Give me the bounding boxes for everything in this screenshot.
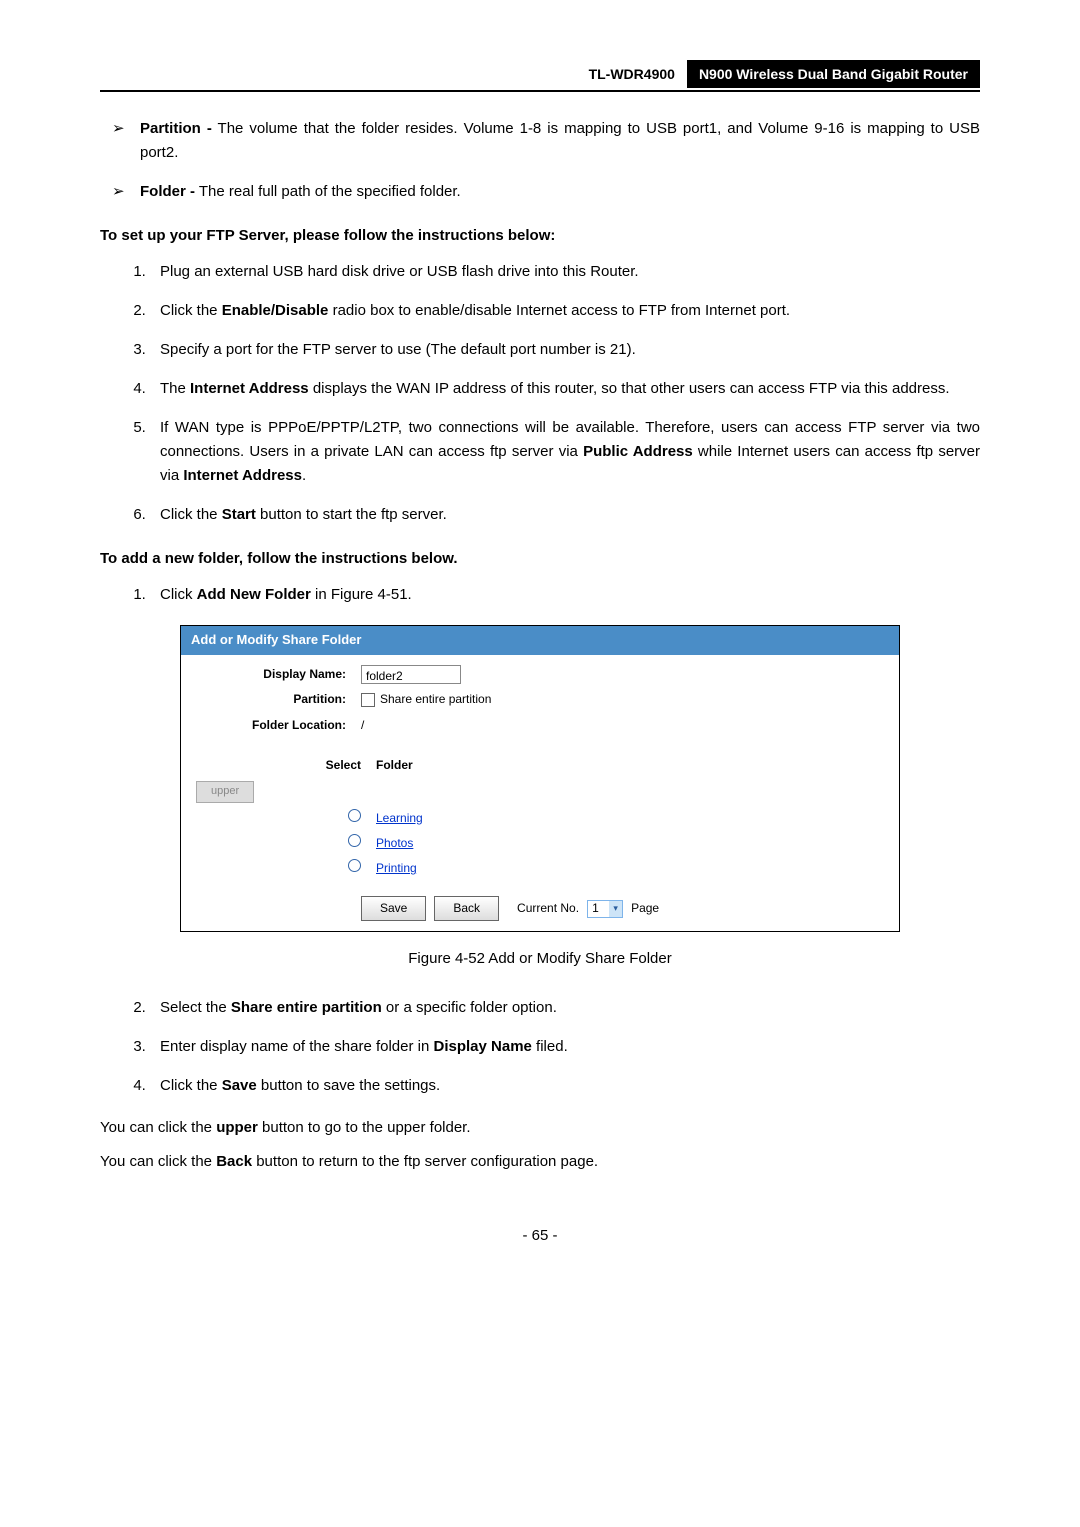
partition-row: Partition: Share entire partition bbox=[196, 690, 884, 709]
display-name-row: Display Name: folder2 bbox=[196, 665, 884, 684]
step2b-3: Enter display name of the share folder i… bbox=[150, 1035, 980, 1059]
step1-6: Click the Start button to start the ftp … bbox=[150, 503, 980, 527]
back-button[interactable]: Back bbox=[434, 896, 499, 921]
def-partition-text: The volume that the folder resides. Volu… bbox=[140, 120, 980, 161]
folder-radio-2[interactable] bbox=[348, 834, 361, 847]
folder-link-2[interactable]: Photos bbox=[376, 834, 413, 853]
step1-4: The Internet Address displays the WAN IP… bbox=[150, 377, 980, 401]
partition-label: Partition: bbox=[196, 690, 361, 709]
section-title-2: To add a new folder, follow the instruct… bbox=[100, 547, 980, 571]
page-label: Page bbox=[631, 899, 659, 918]
plain-text-2: You can click the Back button to return … bbox=[100, 1150, 980, 1174]
step2a-1: Click Add New Folder in Figure 4-51. bbox=[150, 583, 980, 607]
figure-panel: Add or Modify Share Folder Display Name:… bbox=[180, 625, 900, 932]
plain-text-1: You can click the upper button to go to … bbox=[100, 1116, 980, 1140]
definition-partition: Partition - The volume that the folder r… bbox=[140, 117, 980, 165]
figure-panel-title: Add or Modify Share Folder bbox=[181, 626, 899, 655]
folder-location-row: Folder Location: / bbox=[196, 716, 884, 735]
step1-5: If WAN type is PPPoE/PPTP/L2TP, two conn… bbox=[150, 416, 980, 488]
current-no-select[interactable]: 1 ▾ bbox=[587, 900, 623, 918]
folder-radio-1[interactable] bbox=[348, 809, 361, 822]
folder-row-2: Photos bbox=[196, 834, 884, 853]
def-folder-text: The real full path of the specified fold… bbox=[195, 183, 461, 200]
share-entire-partition-checkbox[interactable] bbox=[361, 693, 375, 707]
page-number: - 65 - bbox=[100, 1224, 980, 1248]
current-no-label: Current No. bbox=[517, 899, 579, 918]
folder-link-3[interactable]: Printing bbox=[376, 859, 417, 878]
model-label: TL-WDR4900 bbox=[577, 60, 687, 88]
save-button[interactable]: Save bbox=[361, 896, 426, 921]
share-entire-partition-text: Share entire partition bbox=[380, 690, 491, 709]
upper-button-container: upper bbox=[196, 779, 884, 809]
folder-table-header: Select Folder bbox=[196, 756, 884, 775]
definitions-list: Partition - The volume that the folder r… bbox=[100, 117, 980, 204]
steps-list-2a: Click Add New Folder in Figure 4-51. bbox=[100, 583, 980, 607]
figure-body: Display Name: folder2 Partition: Share e… bbox=[181, 655, 899, 931]
upper-button[interactable]: upper bbox=[196, 781, 254, 803]
def-partition-label: Partition - bbox=[140, 120, 212, 137]
step2b-2: Select the Share entire partition or a s… bbox=[150, 996, 980, 1020]
current-no-value: 1 bbox=[592, 899, 599, 918]
folder-location-value: / bbox=[361, 716, 364, 735]
select-header: Select bbox=[196, 756, 376, 775]
step1-2: Click the Enable/Disable radio box to en… bbox=[150, 299, 980, 323]
display-name-input[interactable]: folder2 bbox=[361, 665, 461, 684]
definition-folder: Folder - The real full path of the speci… bbox=[140, 180, 980, 204]
folder-row-1: Learning bbox=[196, 809, 884, 828]
folder-header: Folder bbox=[376, 756, 413, 775]
figure-footer: Save Back Current No. 1 ▾ Page bbox=[196, 884, 884, 925]
folder-link-1[interactable]: Learning bbox=[376, 809, 423, 828]
def-folder-label: Folder - bbox=[140, 183, 195, 200]
steps-list-1: Plug an external USB hard disk drive or … bbox=[100, 260, 980, 527]
chevron-down-icon: ▾ bbox=[609, 901, 622, 917]
step2b-4: Click the Save button to save the settin… bbox=[150, 1074, 980, 1098]
section-title-1: To set up your FTP Server, please follow… bbox=[100, 224, 980, 248]
figure-caption: Figure 4-52 Add or Modify Share Folder bbox=[100, 947, 980, 971]
steps-list-2b: Select the Share entire partition or a s… bbox=[100, 996, 980, 1098]
step1-1: Plug an external USB hard disk drive or … bbox=[150, 260, 980, 284]
display-name-label: Display Name: bbox=[196, 665, 361, 684]
step1-3: Specify a port for the FTP server to use… bbox=[150, 338, 980, 362]
header-bar: TL-WDR4900 N900 Wireless Dual Band Gigab… bbox=[100, 60, 980, 92]
product-label: N900 Wireless Dual Band Gigabit Router bbox=[687, 60, 980, 88]
folder-radio-3[interactable] bbox=[348, 859, 361, 872]
folder-location-label: Folder Location: bbox=[196, 716, 361, 735]
folder-row-3: Printing bbox=[196, 859, 884, 878]
